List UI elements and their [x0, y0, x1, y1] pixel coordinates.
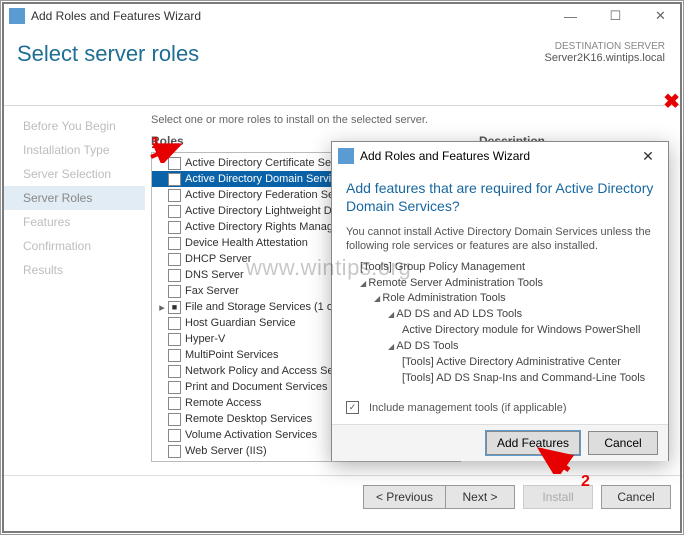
role-checkbox[interactable]	[168, 173, 181, 186]
minimize-button[interactable]: —	[548, 1, 593, 31]
window-title: Add Roles and Features Wizard	[31, 9, 201, 23]
dialog-footer: Add Features Cancel	[332, 424, 668, 461]
role-checkbox[interactable]	[168, 221, 181, 234]
role-label: DNS Server	[185, 269, 244, 281]
role-checkbox[interactable]	[168, 397, 181, 410]
role-checkbox[interactable]	[168, 413, 181, 426]
add-features-dialog: Add Roles and Features Wizard ✕ Add feat…	[331, 141, 669, 461]
role-label: Web Server (IIS)	[185, 445, 267, 457]
tree-item: AD DS Tools	[360, 339, 654, 355]
destination-server-label: DESTINATION SERVER Server2K16.wintips.lo…	[545, 41, 665, 64]
watermark: www.wintips.org	[246, 255, 411, 281]
annotation-number-2: 2	[581, 473, 590, 491]
role-label: Host Guardian Service	[185, 317, 296, 329]
wizard-header: Select server roles DESTINATION SERVER S…	[1, 31, 683, 105]
role-label: Volume Activation Services	[185, 429, 317, 441]
cancel-button[interactable]: Cancel	[601, 485, 671, 509]
instruction-text: Select one or more roles to install on t…	[151, 114, 675, 126]
previous-button[interactable]: < Previous	[363, 485, 445, 509]
include-tools-label: Include management tools (if applicable)	[369, 402, 567, 414]
role-label: Active Directory Domain Services	[185, 173, 348, 185]
include-tools-checkbox[interactable]: ✓	[346, 401, 359, 414]
nav-step[interactable]: Results	[3, 258, 145, 282]
role-checkbox[interactable]	[168, 189, 181, 202]
role-checkbox[interactable]	[168, 317, 181, 330]
dialog-app-icon	[338, 148, 354, 164]
add-features-button[interactable]: Add Features	[486, 431, 580, 455]
nav-step[interactable]: Features	[3, 210, 145, 234]
window-titlebar: Add Roles and Features Wizard — ☐ ✕	[1, 1, 683, 31]
role-checkbox[interactable]	[168, 205, 181, 218]
role-label: DHCP Server	[185, 253, 251, 265]
tree-item: Active Directory module for Windows Powe…	[360, 323, 654, 339]
include-tools-checkbox-row[interactable]: ✓ Include management tools (if applicabl…	[332, 391, 668, 424]
role-checkbox[interactable]	[168, 445, 181, 458]
role-checkbox[interactable]	[168, 461, 181, 463]
role-checkbox[interactable]	[168, 253, 181, 266]
role-label: Remote Access	[185, 397, 261, 409]
annotation-number-1: 1	[151, 135, 160, 153]
tree-item: Role Administration Tools	[360, 291, 654, 307]
role-checkbox[interactable]	[168, 157, 181, 170]
role-checkbox[interactable]	[168, 349, 181, 362]
dialog-message: You cannot install Active Directory Doma…	[332, 217, 668, 260]
dialog-close-button[interactable]: ✕	[628, 142, 668, 170]
nav-step[interactable]: Installation Type	[3, 138, 145, 162]
role-checkbox[interactable]: ■	[168, 301, 181, 314]
role-checkbox[interactable]	[168, 333, 181, 346]
dialog-heading: Add features that are required for Activ…	[332, 170, 668, 217]
role-checkbox[interactable]	[168, 365, 181, 378]
role-label: Device Health Attestation	[185, 237, 308, 249]
dialog-titlebar: Add Roles and Features Wizard ✕	[332, 142, 668, 170]
app-icon	[9, 8, 25, 24]
tree-item: [Tools] AD DS Snap-Ins and Command-Line …	[360, 371, 654, 387]
role-label: Hyper-V	[185, 333, 225, 345]
role-checkbox[interactable]	[168, 237, 181, 250]
role-checkbox[interactable]	[168, 269, 181, 282]
nav-step[interactable]: Before You Begin	[3, 114, 145, 138]
next-button[interactable]: Next >	[445, 485, 515, 509]
role-label: Windows Deployment Services	[185, 461, 337, 462]
nav-step[interactable]: Confirmation	[3, 234, 145, 258]
close-button[interactable]: ✕	[638, 1, 683, 31]
maximize-button[interactable]: ☐	[593, 1, 638, 31]
role-checkbox[interactable]	[168, 285, 181, 298]
nav-step[interactable]: Server Selection	[3, 162, 145, 186]
tree-item: AD DS and AD LDS Tools	[360, 307, 654, 323]
role-label: Remote Desktop Services	[185, 413, 312, 425]
dialog-cancel-button[interactable]: Cancel	[588, 431, 658, 455]
wizard-nav: Before You BeginInstallation TypeServer …	[3, 106, 145, 475]
role-label: MultiPoint Services	[185, 349, 279, 361]
nav-step[interactable]: Server Roles	[3, 186, 145, 210]
role-checkbox[interactable]	[168, 381, 181, 394]
tree-item: [Tools] Active Directory Administrative …	[360, 355, 654, 371]
role-checkbox[interactable]	[168, 429, 181, 442]
dialog-title: Add Roles and Features Wizard	[360, 149, 530, 163]
role-label: Fax Server	[185, 285, 239, 297]
role-label: Print and Document Services	[185, 381, 327, 393]
